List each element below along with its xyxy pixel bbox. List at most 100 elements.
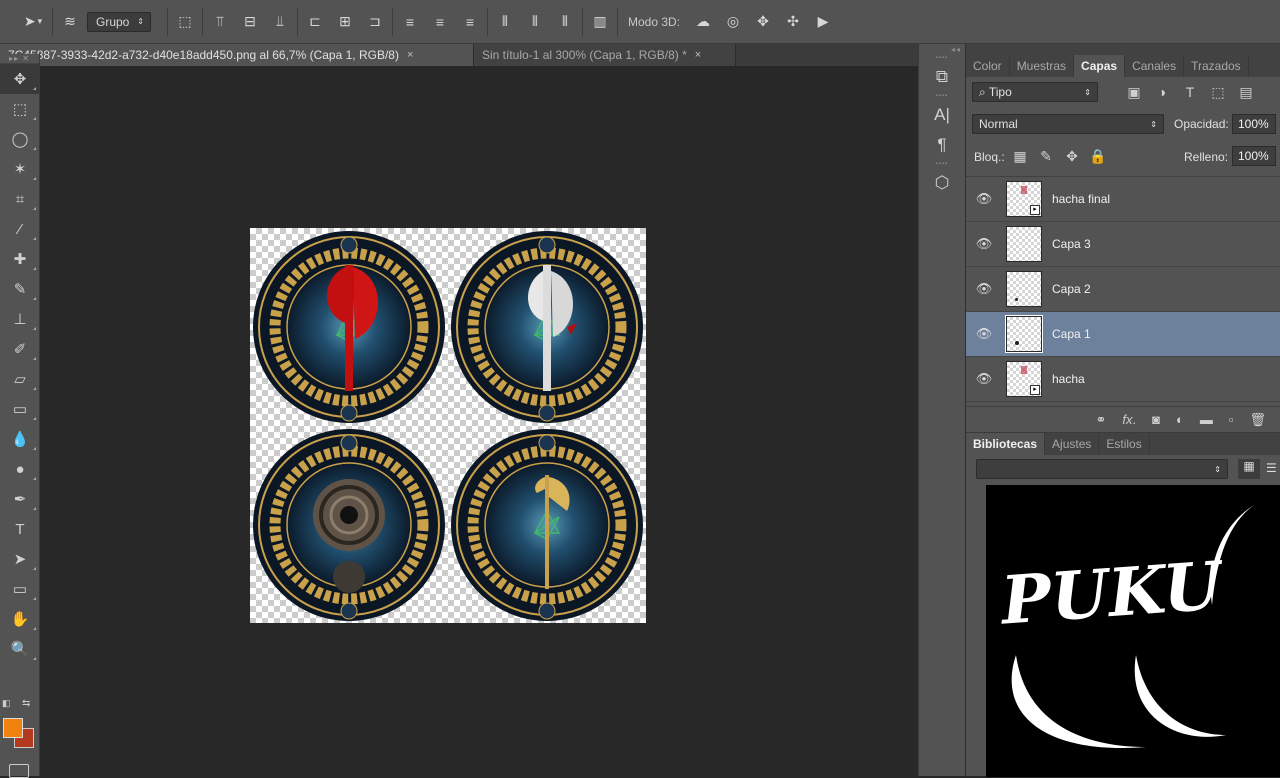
layer-name[interactable]: Capa 2: [1052, 282, 1091, 296]
visibility-eye-icon[interactable]: 👁: [966, 371, 1002, 387]
path-selection-icon[interactable]: ➤: [0, 544, 40, 574]
auto-select-layers-icon[interactable]: ≋: [59, 11, 81, 33]
layer-name[interactable]: hacha final: [1052, 192, 1110, 206]
layer-row[interactable]: 👁 Capa 2: [966, 267, 1280, 312]
layer-thumbnail[interactable]: [1005, 315, 1043, 353]
filter-adjustment-icon[interactable]: ◑: [1152, 84, 1172, 100]
pen-icon[interactable]: ✒: [0, 484, 40, 514]
layer-name[interactable]: Capa 3: [1052, 237, 1091, 251]
lock-position-icon[interactable]: ✥: [1062, 148, 1082, 165]
tab-trazados[interactable]: Trazados: [1184, 55, 1249, 77]
visibility-eye-icon[interactable]: 👁: [966, 281, 1002, 297]
layer-thumbnail[interactable]: ▸: [1006, 181, 1042, 217]
list-view-icon[interactable]: ☰: [1266, 461, 1277, 475]
eraser-icon[interactable]: ▱: [0, 364, 40, 394]
stamp-icon[interactable]: ⊥: [0, 304, 40, 334]
toolbar-grip[interactable]: ▸▸ ✕: [0, 54, 39, 64]
library-asset-preview[interactable]: PUKU: [986, 485, 1280, 777]
auto-align-layers-icon[interactable]: ▥: [589, 11, 611, 33]
marquee-icon[interactable]: ⬚: [0, 94, 40, 124]
align-bottom-icon[interactable]: ⫫: [269, 11, 291, 33]
layer-name[interactable]: hacha: [1052, 372, 1085, 386]
paragraph-panel-icon[interactable]: ¶: [919, 130, 965, 160]
collapse-panels-icon[interactable]: ◂◂: [919, 44, 965, 54]
dodge-icon[interactable]: ●: [0, 454, 40, 484]
eyedropper-icon[interactable]: ⁄: [0, 214, 40, 244]
tab-capas[interactable]: Capas: [1074, 55, 1126, 77]
layer-row[interactable]: 👁 ▸ hacha final: [966, 177, 1280, 222]
character-panel-icon[interactable]: A|: [919, 100, 965, 130]
filter-type-icon[interactable]: T: [1180, 84, 1200, 100]
visibility-eye-icon[interactable]: 👁: [966, 191, 1002, 207]
filter-smart-object-icon[interactable]: ▤: [1236, 84, 1256, 101]
doc-tab-1[interactable]: 7C45887-3933-42d2-a732-d40e18add450.png …: [0, 44, 474, 66]
hand-icon[interactable]: ✋: [0, 604, 40, 634]
align-hcenter-icon[interactable]: ⊞: [334, 11, 356, 33]
auto-select-dropdown[interactable]: Grupo ⇕: [87, 11, 151, 32]
history-brush-icon[interactable]: ✐: [0, 334, 40, 364]
align-right-icon[interactable]: ⊐: [364, 11, 386, 33]
layer-name[interactable]: Capa 1: [1052, 327, 1091, 341]
slide-3d-icon[interactable]: ✣: [782, 11, 804, 33]
tab-estilos[interactable]: Estilos: [1099, 433, 1150, 455]
foreground-color-swatch[interactable]: [3, 718, 23, 738]
fill-input[interactable]: 100%: [1232, 146, 1276, 166]
new-layer-icon[interactable]: ▫: [1229, 412, 1234, 427]
tab-ajustes[interactable]: Ajustes: [1045, 433, 1100, 455]
history-panel-icon[interactable]: ⧉: [919, 62, 965, 92]
type-icon[interactable]: T: [0, 514, 40, 544]
layer-row[interactable]: 👁 Capa 1: [966, 312, 1280, 357]
lasso-icon[interactable]: ◯: [0, 124, 40, 154]
add-mask-icon[interactable]: ◙: [1152, 412, 1160, 427]
align-left-icon[interactable]: ⊏: [304, 11, 326, 33]
distribute-hcenter-icon[interactable]: ⫴: [524, 11, 546, 33]
layer-style-icon[interactable]: fx.: [1122, 412, 1136, 427]
rectangle-icon[interactable]: ▭: [0, 574, 40, 604]
new-group-icon[interactable]: ▬: [1200, 412, 1213, 427]
tab-muestras[interactable]: Muestras: [1010, 55, 1075, 77]
library-dropdown[interactable]: ⇕: [976, 459, 1228, 479]
transform-controls-icon[interactable]: ⬚: [174, 11, 196, 33]
layer-row[interactable]: 👁 ▸ hacha: [966, 357, 1280, 402]
new-adjustment-icon[interactable]: ◐: [1176, 412, 1184, 427]
distribute-right-icon[interactable]: ⫴: [554, 11, 576, 33]
move-tool-preset-icon[interactable]: ➤ ▾: [20, 11, 46, 33]
distribute-top-icon[interactable]: ≡: [399, 11, 421, 33]
layer-row[interactable]: 👁 Capa 3: [966, 222, 1280, 267]
visibility-eye-icon[interactable]: 👁: [966, 326, 1002, 342]
blend-mode-dropdown[interactable]: Normal ⇕: [972, 114, 1164, 134]
tab-bibliotecas[interactable]: Bibliotecas: [966, 433, 1046, 455]
tab-color[interactable]: Color: [966, 55, 1010, 77]
roll-3d-icon[interactable]: ◎: [722, 11, 744, 33]
healing-brush-icon[interactable]: ✚: [0, 244, 40, 274]
distribute-left-icon[interactable]: ⫴: [494, 11, 516, 33]
swap-colors-icon[interactable]: ⇆: [22, 698, 30, 709]
align-top-icon[interactable]: ⫪: [209, 11, 231, 33]
visibility-eye-icon[interactable]: 👁: [966, 236, 1002, 252]
delete-layer-icon[interactable]: 🗑: [1249, 412, 1266, 428]
filter-pixel-icon[interactable]: ▣: [1124, 84, 1144, 101]
lock-transparency-icon[interactable]: ▦: [1010, 148, 1030, 165]
tab-canales[interactable]: Canales: [1125, 55, 1185, 77]
distribute-bottom-icon[interactable]: ≡: [459, 11, 481, 33]
opacity-input[interactable]: 100%: [1232, 114, 1276, 134]
layer-thumbnail[interactable]: [1006, 226, 1042, 262]
crop-icon[interactable]: ⌗: [0, 184, 40, 214]
link-layers-icon[interactable]: ⚭: [1096, 412, 1107, 428]
distribute-vcenter-icon[interactable]: ≡: [429, 11, 451, 33]
layer-filter-dropdown[interactable]: ⌕ Tipo ⇕: [972, 82, 1098, 102]
drag-3d-icon[interactable]: ✥: [752, 11, 774, 33]
blur-icon[interactable]: 💧: [0, 424, 40, 454]
doc-tab-2[interactable]: Sin título-1 al 300% (Capa 1, RGB/8) * ×: [474, 44, 736, 66]
layer-thumbnail[interactable]: [1006, 271, 1042, 307]
document-canvas[interactable]: [250, 228, 646, 623]
lock-all-icon[interactable]: 🔒: [1088, 148, 1108, 165]
grid-view-icon[interactable]: ▦: [1238, 459, 1260, 479]
3d-panel-icon[interactable]: ⬡: [919, 168, 965, 198]
layer-thumbnail[interactable]: ▸: [1006, 361, 1042, 397]
scale-3d-icon[interactable]: ▶: [812, 11, 834, 33]
move-icon[interactable]: ✥: [0, 64, 40, 94]
lock-pixels-icon[interactable]: ✎: [1036, 148, 1056, 165]
zoom-icon[interactable]: 🔍: [0, 634, 40, 664]
default-colors-icon[interactable]: ◧: [2, 698, 11, 709]
